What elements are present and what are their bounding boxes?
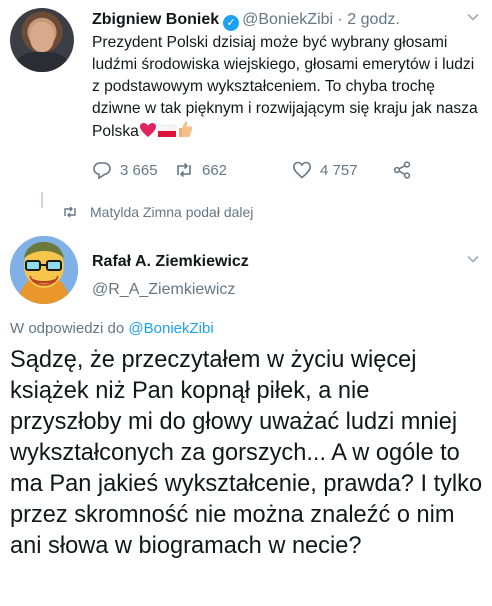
replying-to-handle-link[interactable]: @BoniekZibi xyxy=(128,320,213,337)
retweet-icon xyxy=(177,162,191,178)
tweet-actions: 3 665 662 4 757 xyxy=(92,158,432,182)
reply-count: 3 665 xyxy=(120,161,158,179)
reply-icon xyxy=(93,162,111,180)
replying-to-prefix: W odpowiedzi do xyxy=(10,320,125,337)
author-name[interactable]: Rafał A. Ziemkiewicz xyxy=(92,253,249,271)
heart-icon xyxy=(292,161,312,179)
share-icon xyxy=(393,161,411,179)
replying-to: W odpowiedzi do @BoniekZibi xyxy=(10,320,214,337)
avatar[interactable] xyxy=(10,236,78,304)
tweet-original[interactable]: Zbigniew Boniek ✓ @BoniekZibi · 2 godz. Pr… xyxy=(0,0,492,196)
avatar-body-shape xyxy=(16,52,68,72)
like-count: 4 757 xyxy=(320,161,358,179)
thumbs-up-icon xyxy=(178,121,193,137)
tweet-header: Zbigniew Boniek ✓ @BoniekZibi · 2 godz. xyxy=(92,10,400,31)
author-handle[interactable]: @BoniekZibi xyxy=(242,11,333,28)
tweet-text: Sądzę, że przeczytałem w życiu więcej ks… xyxy=(10,347,483,559)
thread-connector-line xyxy=(41,192,43,208)
red-heart-icon xyxy=(139,123,156,137)
author-handle[interactable]: @R_A_Ziemkiewicz xyxy=(92,281,235,299)
retweet-notice[interactable]: Matylda Zimna podał dalej xyxy=(62,204,253,220)
avatar[interactable] xyxy=(10,8,74,72)
like-button[interactable]: 4 757 xyxy=(292,158,358,182)
retweet-icon xyxy=(64,206,76,218)
retweet-button[interactable]: 662 xyxy=(174,158,227,182)
retweet-notice-text: Matylda Zimna podał dalej xyxy=(90,204,254,220)
share-button[interactable] xyxy=(392,158,420,182)
author-name[interactable]: Zbigniew Boniek xyxy=(92,11,219,28)
tweet-timestamp[interactable]: · 2 godz. xyxy=(338,11,400,28)
chevron-down-icon[interactable] xyxy=(466,10,480,24)
verified-badge-icon: ✓ xyxy=(223,15,240,31)
retweet-count: 662 xyxy=(202,161,228,179)
avatar-face-shape xyxy=(30,22,54,52)
tweet-text: Prezydent Polski dzisiaj może być wybran… xyxy=(92,32,484,143)
cartoon-portrait-image xyxy=(10,236,78,304)
reply-button[interactable]: 3 665 xyxy=(92,158,158,182)
poland-flag-icon xyxy=(157,124,177,137)
chevron-down-icon[interactable] xyxy=(466,252,480,266)
